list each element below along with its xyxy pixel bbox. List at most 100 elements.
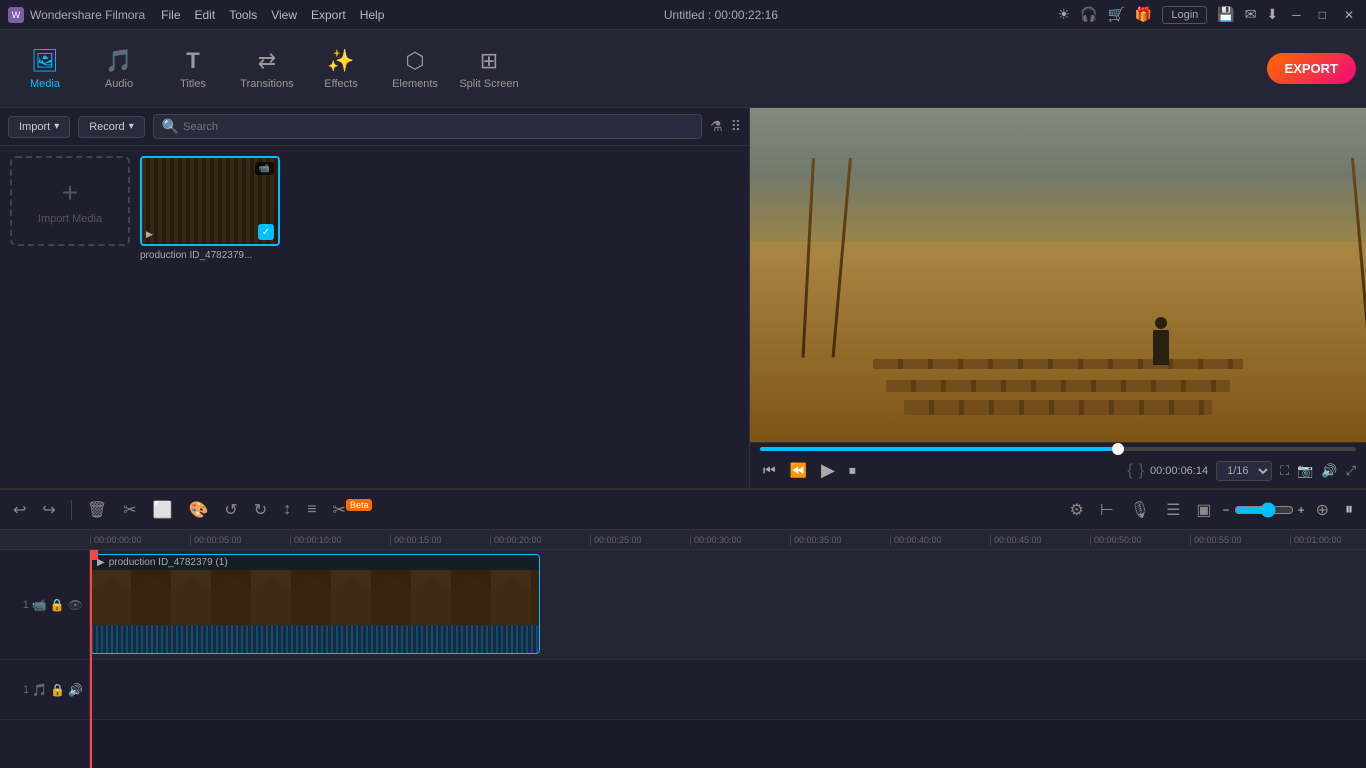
track-lock-icon[interactable]: 🔒 <box>50 598 65 612</box>
ruler-marks: 00:00:00:0000:00:05:0000:00:10:0000:00:1… <box>90 535 1366 545</box>
menu-edit[interactable]: Edit <box>195 8 216 22</box>
cart-icon[interactable]: 🛒 <box>1107 6 1124 23</box>
track-eye-icon[interactable]: 👁 <box>68 598 83 612</box>
save-icon[interactable]: 💾 <box>1217 6 1234 23</box>
audio-lock-icon[interactable]: 🔒 <box>50 683 65 697</box>
stop-button[interactable]: ⏹ <box>846 459 859 482</box>
sun-icon[interactable]: ☀ <box>1057 6 1070 23</box>
toolbar-split-screen[interactable]: ⊞ Split Screen <box>454 39 524 99</box>
toolbar-audio-label: Audio <box>105 78 133 90</box>
toolbar-elements[interactable]: ⬡ Elements <box>380 39 450 99</box>
subtitle-button[interactable]: ☰ <box>1161 497 1185 523</box>
toolbar-media[interactable]: 🖼 Media <box>10 39 80 99</box>
menu-view[interactable]: View <box>271 8 297 22</box>
zoom-range[interactable] <box>1234 502 1294 518</box>
playhead-handle[interactable] <box>90 550 98 560</box>
zoom-minus-icon[interactable]: − <box>1223 503 1230 517</box>
thumb-play-icon: ▶ <box>146 229 153 240</box>
ruler-mark: 00:00:20:00 <box>490 535 590 545</box>
toolbar-audio[interactable]: 🎵 Audio <box>84 39 154 99</box>
flip-button[interactable]: ↻ <box>249 497 272 523</box>
video-clip[interactable]: ▶ production ID_4782379 (1) <box>90 554 540 654</box>
cut-button[interactable]: ✂ <box>118 497 141 523</box>
zoom-slider: − + <box>1223 502 1305 518</box>
toolbar-titles[interactable]: T Titles <box>158 39 228 99</box>
progress-bar[interactable] <box>760 447 1356 451</box>
timeline-tracks: 1 📹 🔒 👁 1 🎵 🔒 🔊 <box>0 550 1366 768</box>
audio-track <box>90 660 1366 720</box>
headphone-icon[interactable]: 🎧 <box>1080 6 1097 23</box>
filter-icon[interactable]: ⚗ <box>710 118 723 135</box>
color-button[interactable]: 🎨 <box>183 497 213 523</box>
time-end-marker[interactable]: } <box>1139 462 1144 480</box>
toolbar-transitions[interactable]: ⇄ Transitions <box>232 39 302 99</box>
separator-1 <box>71 500 72 520</box>
add-track-button[interactable]: ⊕ <box>1311 497 1334 523</box>
beta-badge: Beta <box>346 499 373 511</box>
crop-button[interactable]: ⬜ <box>148 497 178 523</box>
record-dropdown[interactable]: Record <box>78 116 145 138</box>
mountain-background <box>750 108 1366 242</box>
pause-indicator[interactable]: ⏸ <box>1340 498 1358 522</box>
audio-volume-icon[interactable]: 🔊 <box>68 683 83 697</box>
zoom-select[interactable]: 1/16 1/8 1/4 1/2 1/1 <box>1216 461 1272 481</box>
audio-btn[interactable]: ≡ <box>302 498 321 522</box>
expand-icon[interactable]: ⤢ <box>1346 463 1356 479</box>
transform-button[interactable]: ↺ <box>219 497 242 523</box>
volume-icon[interactable]: 🔊 <box>1321 463 1337 479</box>
download-icon[interactable]: ⬇ <box>1266 6 1278 23</box>
toolbar-effects-label: Effects <box>324 78 357 90</box>
clip-label: production ID_4782379 (1) <box>109 557 228 568</box>
media-clip-item[interactable]: 📹 ✓ ▶ production ID_4782379... <box>140 156 280 261</box>
zoom-plus-icon[interactable]: + <box>1298 503 1305 517</box>
menu-help[interactable]: Help <box>360 8 385 22</box>
search-input[interactable] <box>183 121 693 133</box>
time-start-marker[interactable]: { <box>1127 462 1132 480</box>
search-box: 🔍 <box>153 114 702 139</box>
delete-button[interactable]: 🗑 <box>82 497 112 523</box>
menu-file[interactable]: File <box>161 8 180 22</box>
progress-handle[interactable] <box>1112 443 1124 455</box>
plus-icon: + <box>62 177 78 209</box>
playhead[interactable] <box>90 550 92 768</box>
minimize-button[interactable]: ─ <box>1288 8 1305 22</box>
maximize-button[interactable]: □ <box>1315 8 1330 22</box>
time-display: 00:00:06:14 <box>1150 465 1208 477</box>
voiceover-button[interactable]: 🎙 <box>1125 497 1155 523</box>
settings-icon[interactable]: ⚙ <box>1064 497 1088 523</box>
video-scene <box>750 108 1366 442</box>
import-media-placeholder[interactable]: + Import Media <box>10 156 130 246</box>
redo-button[interactable]: ↪ <box>37 497 60 523</box>
audio-track-icons: 1 🎵 🔒 🔊 <box>23 683 83 697</box>
ai-cutout-btn[interactable]: ✂Beta <box>328 497 378 523</box>
mail-icon[interactable]: ✉ <box>1245 6 1257 23</box>
login-button[interactable]: Login <box>1162 6 1207 24</box>
undo-button[interactable]: ↩ <box>8 497 31 523</box>
ruler-mark: 00:00:40:00 <box>890 535 990 545</box>
media-icon: 🖼 <box>31 48 59 74</box>
menu-export[interactable]: Export <box>311 8 346 22</box>
import-dropdown[interactable]: Import <box>8 116 70 138</box>
fullscreen-icon[interactable]: ⛶ <box>1280 463 1289 479</box>
close-button[interactable]: ✕ <box>1340 8 1358 22</box>
gift-icon[interactable]: 🎁 <box>1135 6 1152 23</box>
toolbar-effects[interactable]: ✨ Effects <box>306 39 376 99</box>
grid-view-icon[interactable]: ⠿ <box>731 118 741 135</box>
speed-button[interactable]: ↕ <box>278 498 296 522</box>
export-button[interactable]: EXPORT <box>1267 53 1356 84</box>
step-back-button[interactable]: ⏮ <box>760 459 779 482</box>
toolbar-split-screen-label: Split Screen <box>459 78 518 90</box>
video-preview <box>750 108 1366 442</box>
timeline-area: ↩ ↪ 🗑 ✂ ⬜ 🎨 ↺ ↻ ↕ ≡ ✂Beta ⚙ ⊢ 🎙 ☰ ▣ − + … <box>0 488 1366 768</box>
snapshot-icon[interactable]: 📷 <box>1297 463 1313 479</box>
ruler-mark: 00:00:55:00 <box>1190 535 1290 545</box>
split-button[interactable]: ⊢ <box>1095 497 1119 523</box>
frame-back-button[interactable]: ⏪ <box>787 459 810 482</box>
scene-detect-button[interactable]: ▣ <box>1191 497 1216 523</box>
thumb-check-icon: ✓ <box>258 224 274 240</box>
play-button[interactable]: ▶ <box>818 457 838 484</box>
toolbar-media-label: Media <box>30 78 60 90</box>
elements-icon: ⬡ <box>405 48 424 74</box>
menu-tools[interactable]: Tools <box>229 8 257 22</box>
app-logo: W <box>8 7 24 23</box>
